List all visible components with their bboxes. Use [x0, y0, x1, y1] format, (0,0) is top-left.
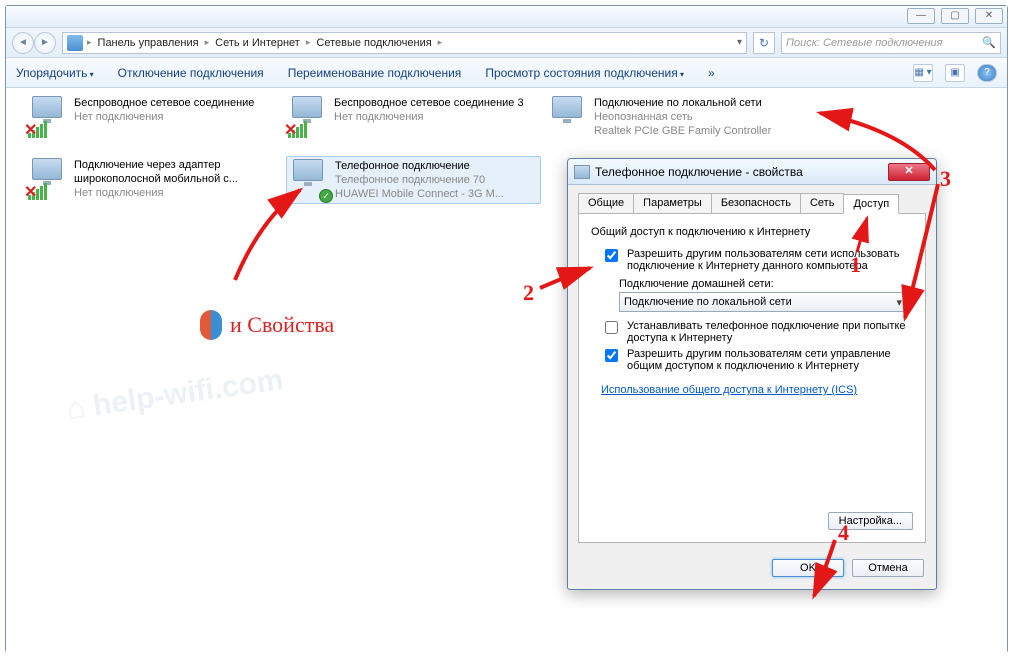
arrow-annotation: [0, 0, 1013, 658]
tab-access[interactable]: Доступ: [843, 194, 899, 214]
